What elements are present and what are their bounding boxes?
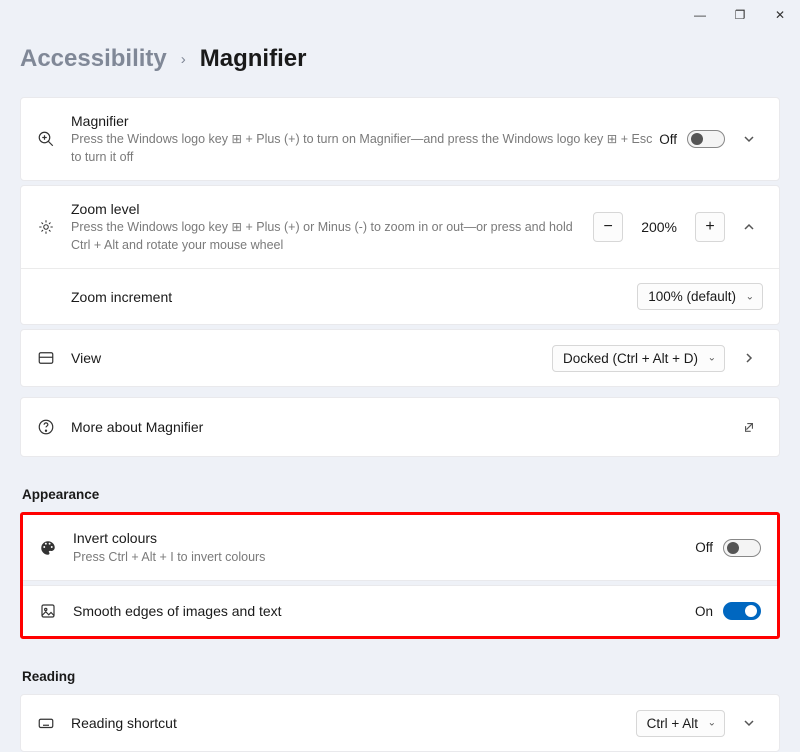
magnifier-icon	[37, 130, 71, 148]
window-controls: — ❐ ✕	[680, 0, 800, 30]
invert-colours-title: Invert colours	[73, 529, 695, 547]
breadcrumb-current: Magnifier	[200, 45, 307, 73]
reading-shortcut-row[interactable]: Reading shortcut Ctrl + Alt ⌄	[21, 695, 779, 751]
chevron-down-icon: ⌄	[746, 291, 754, 302]
magnifier-card: Magnifier Press the Windows logo key ⊞ +…	[20, 97, 780, 181]
expand-button[interactable]	[735, 125, 763, 153]
invert-colours-desc: Press Ctrl + Alt + I to invert colours	[73, 549, 695, 567]
windows-logo-icon: ⊞	[607, 132, 617, 146]
magnifier-desc: Press the Windows logo key ⊞ + Plus (+) …	[71, 131, 659, 166]
palette-icon	[39, 539, 73, 557]
collapse-button[interactable]	[735, 213, 763, 241]
invert-colours-toggle[interactable]	[723, 539, 761, 557]
expand-button[interactable]	[735, 709, 763, 737]
reading-shortcut-select[interactable]: Ctrl + Alt ⌄	[636, 710, 725, 737]
breadcrumb-parent[interactable]: Accessibility	[20, 45, 167, 73]
help-icon	[37, 418, 71, 436]
zoom-increment-select[interactable]: 100% (default) ⌄	[637, 283, 763, 310]
keyboard-icon	[37, 714, 71, 732]
windows-logo-icon: ⊞	[232, 220, 242, 234]
magnifier-state-label: Off	[659, 132, 677, 147]
invert-colours-row: Invert colours Press Ctrl + Alt + I to i…	[23, 515, 777, 580]
zoom-decrease-button[interactable]: −	[593, 212, 623, 242]
zoom-increment-title: Zoom increment	[71, 288, 637, 306]
view-row[interactable]: View Docked (Ctrl + Alt + D) ⌄	[21, 330, 779, 386]
zoom-increment-row: Zoom increment 100% (default) ⌄	[21, 269, 779, 324]
chevron-down-icon: ⌄	[708, 718, 716, 729]
zoom-desc: Press the Windows logo key ⊞ + Plus (+) …	[71, 219, 593, 254]
reading-shortcut-title: Reading shortcut	[71, 714, 636, 732]
invert-colours-card: Invert colours Press Ctrl + Alt + I to i…	[23, 515, 777, 581]
smooth-edges-title: Smooth edges of images and text	[73, 602, 695, 620]
smooth-edges-toggle[interactable]	[723, 602, 761, 620]
reading-header: Reading	[22, 669, 780, 684]
minimize-button[interactable]: —	[680, 0, 720, 30]
external-link-icon	[735, 413, 763, 441]
more-about-title: More about Magnifier	[71, 418, 735, 436]
restore-button[interactable]: ❐	[720, 0, 760, 30]
more-about-row[interactable]: More about Magnifier	[21, 398, 779, 456]
breadcrumb: Accessibility › Magnifier	[20, 45, 780, 73]
invert-colours-state-label: Off	[695, 540, 713, 555]
smooth-edges-row: Smooth edges of images and text On	[23, 586, 777, 636]
close-button[interactable]: ✕	[760, 0, 800, 30]
appearance-highlight: Invert colours Press Ctrl + Alt + I to i…	[20, 512, 780, 639]
magnifier-row[interactable]: Magnifier Press the Windows logo key ⊞ +…	[21, 98, 779, 180]
breadcrumb-separator: ›	[181, 51, 186, 68]
view-card: View Docked (Ctrl + Alt + D) ⌄	[20, 329, 780, 387]
expand-button[interactable]	[735, 344, 763, 372]
zoom-level-row: Zoom level Press the Windows logo key ⊞ …	[21, 186, 779, 269]
reading-card: Reading shortcut Ctrl + Alt ⌄	[20, 694, 780, 752]
zoom-target-icon	[37, 218, 71, 236]
smooth-edges-card: Smooth edges of images and text On	[23, 585, 777, 636]
view-icon	[37, 349, 71, 367]
view-title: View	[71, 349, 552, 367]
zoom-increase-button[interactable]: +	[695, 212, 725, 242]
smooth-edges-state-label: On	[695, 604, 713, 619]
zoom-card: Zoom level Press the Windows logo key ⊞ …	[20, 185, 780, 325]
image-icon	[39, 602, 73, 620]
view-select[interactable]: Docked (Ctrl + Alt + D) ⌄	[552, 345, 725, 372]
magnifier-title: Magnifier	[71, 112, 659, 130]
appearance-header: Appearance	[22, 487, 780, 502]
zoom-value: 200%	[633, 219, 685, 235]
zoom-title: Zoom level	[71, 200, 593, 218]
chevron-down-icon: ⌄	[708, 353, 716, 364]
more-about-card: More about Magnifier	[20, 397, 780, 457]
windows-logo-icon: ⊞	[232, 132, 242, 146]
magnifier-toggle[interactable]	[687, 130, 725, 148]
